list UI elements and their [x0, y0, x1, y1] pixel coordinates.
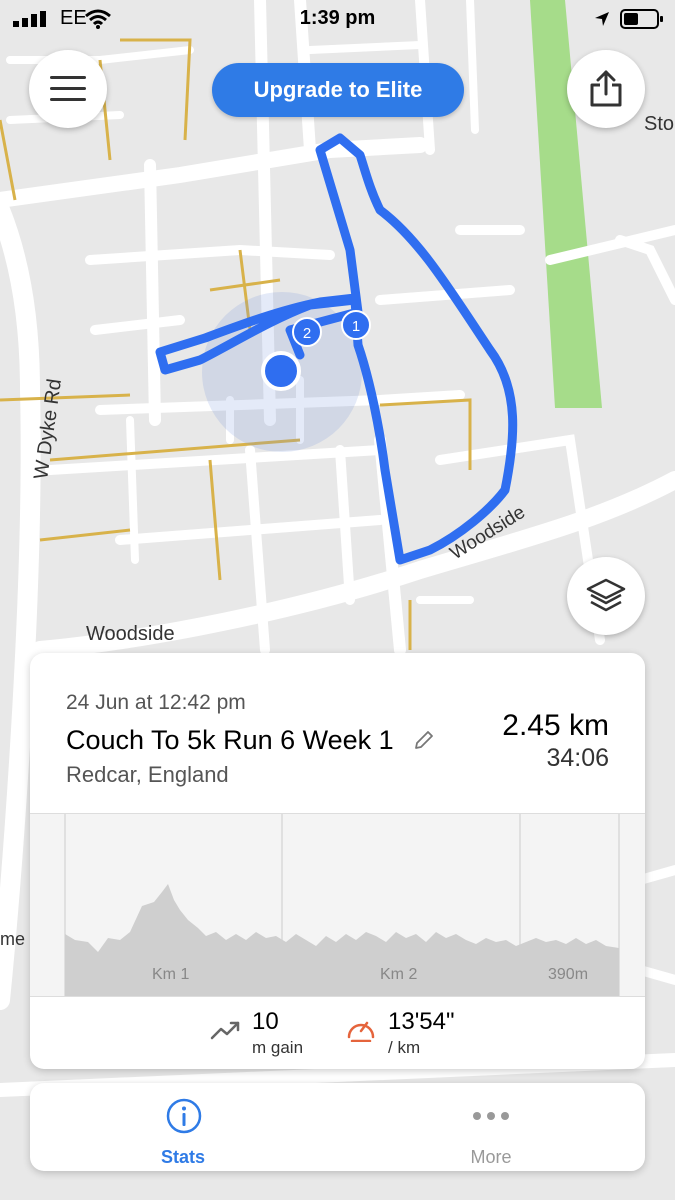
street-label-me: me	[0, 929, 25, 949]
upgrade-to-elite-button[interactable]: Upgrade to Elite	[212, 63, 464, 117]
svg-text:1: 1	[352, 318, 360, 335]
chart-label-km2: Km 2	[380, 966, 418, 983]
status-bar: EE 1:39 pm	[0, 0, 675, 36]
info-icon	[166, 1098, 202, 1134]
activity-location: Redcar, England	[66, 762, 229, 787]
street-label-sto: Sto	[644, 113, 674, 135]
chart-label-total-distance: 390m	[548, 966, 589, 983]
bottom-tab-bar: Stats More	[30, 1083, 645, 1171]
activity-duration: 34:06	[546, 744, 609, 772]
elevation-gain-value: 10	[252, 1008, 279, 1035]
street-label-woodside: Woodside	[86, 623, 175, 645]
pace-value: 13'54"	[388, 1008, 455, 1035]
split-marker-1[interactable]: 1	[341, 310, 371, 340]
elevation-chart[interactable]: Km 1 Km 2 390m	[30, 813, 645, 997]
share-button[interactable]	[567, 50, 645, 128]
hamburger-icon	[50, 76, 86, 101]
tab-more-label: More	[470, 1147, 512, 1167]
menu-button[interactable]	[29, 50, 107, 128]
tab-stats[interactable]: Stats	[123, 1083, 243, 1171]
activity-summary-card[interactable]: 24 Jun at 12:42 pm Couch To 5k Run 6 Wee…	[30, 653, 645, 1069]
tab-more[interactable]: More	[431, 1083, 551, 1171]
share-icon	[590, 70, 622, 107]
current-location-dot	[261, 351, 301, 391]
pace-gauge-icon	[347, 1021, 375, 1042]
split-marker-2[interactable]: 2	[292, 317, 322, 347]
status-time: 1:39 pm	[299, 7, 376, 29]
elevation-profile	[65, 884, 619, 996]
more-dots-icon	[473, 1112, 509, 1120]
activity-distance: 2.45 km	[502, 709, 609, 742]
elevation-gain-icon	[210, 1021, 240, 1040]
svg-text:2: 2	[303, 325, 311, 342]
pace-unit: / km	[388, 1038, 421, 1057]
layers-icon	[586, 578, 626, 612]
stats-row: 10 m gain 13'54" / km	[30, 996, 645, 1069]
activity-title[interactable]: Couch To 5k Run 6 Week 1	[66, 725, 435, 756]
chart-label-km1: Km 1	[152, 966, 190, 983]
battery-icon	[620, 9, 663, 29]
tab-stats-label: Stats	[160, 1147, 205, 1167]
map-layers-button[interactable]	[567, 557, 645, 635]
activity-title-text: Couch To 5k Run 6 Week 1	[66, 725, 394, 755]
elevation-gain-unit: m gain	[252, 1038, 304, 1057]
location-arrow-icon	[595, 12, 609, 26]
activity-date: 24 Jun at 12:42 pm	[66, 691, 246, 714]
edit-pencil-icon[interactable]	[413, 729, 435, 751]
